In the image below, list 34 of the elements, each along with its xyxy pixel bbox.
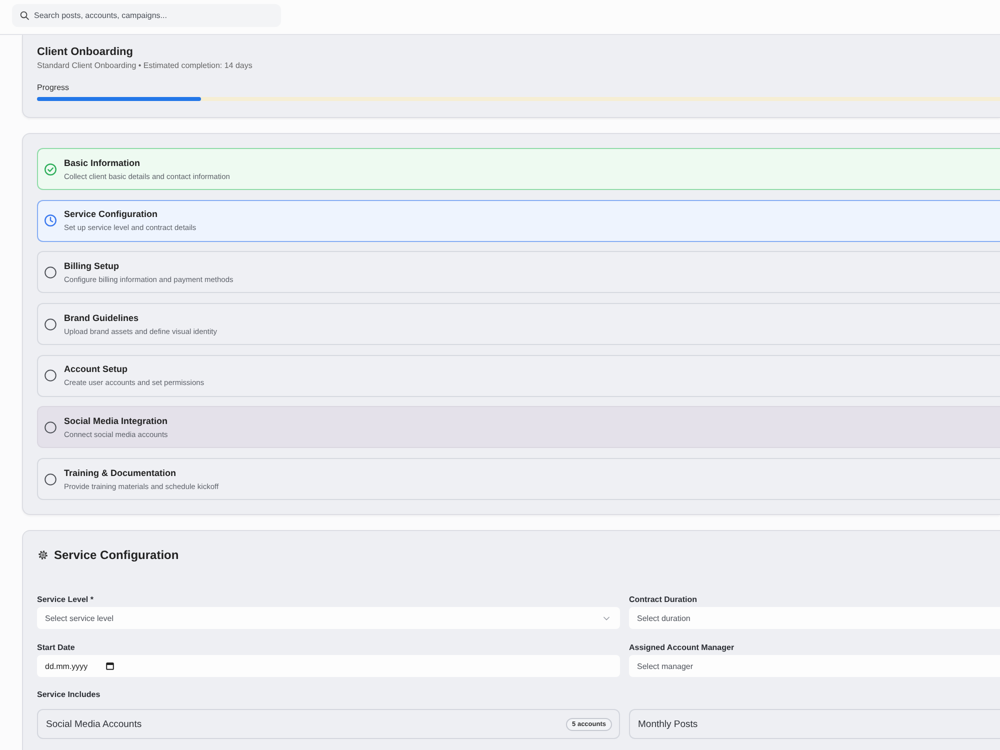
- select-field[interactable]: Select service level: [37, 607, 620, 630]
- check-circle-icon: [44, 162, 57, 176]
- onboarding-subtitle: Standard Client Onboarding • Estimated completion: 14 days: [37, 60, 254, 71]
- circle-icon: [44, 420, 57, 434]
- section-title: Service Configuration: [54, 548, 179, 562]
- gear-icon: [38, 550, 48, 560]
- progress-label: Progress: [37, 82, 70, 93]
- clock-icon: [44, 214, 57, 228]
- search-field[interactable]: Search posts, accounts, campaigns...: [12, 4, 281, 27]
- date-field[interactable]: dd.mm.yyyy: [37, 655, 620, 678]
- step-title: Account Setup: [64, 363, 129, 376]
- field-label: Start Date: [37, 643, 76, 654]
- circle-icon: [44, 472, 57, 486]
- search-icon: [20, 11, 29, 20]
- service-item-label: Social Media Accounts: [46, 718, 142, 730]
- includes-label: Service Includes: [37, 690, 102, 700]
- chevron-down-icon: [603, 616, 610, 621]
- field-label: Contract Duration: [629, 595, 698, 606]
- field-label: Assigned Account Manager: [629, 643, 736, 654]
- select-field[interactable]: Select duration: [629, 607, 1000, 630]
- select-field[interactable]: Select manager: [629, 655, 1000, 678]
- field-label: Service Level *: [37, 595, 94, 606]
- step-title: Training & Documentation: [64, 466, 178, 479]
- calendar-icon: [106, 662, 114, 670]
- circle-icon: [44, 369, 57, 382]
- onboarding-title: Client Onboarding: [37, 45, 134, 59]
- step-title: Social Media Integration: [64, 414, 168, 427]
- service-item-label: Monthly Posts: [638, 718, 698, 730]
- circle-icon: [44, 318, 57, 331]
- step-title: Service Configuration: [64, 208, 159, 220]
- step-title: Basic Information: [64, 156, 142, 168]
- circle-icon: [44, 266, 57, 279]
- step-title: Billing Setup: [64, 260, 120, 272]
- step-title: Brand Guidelines: [64, 312, 140, 324]
